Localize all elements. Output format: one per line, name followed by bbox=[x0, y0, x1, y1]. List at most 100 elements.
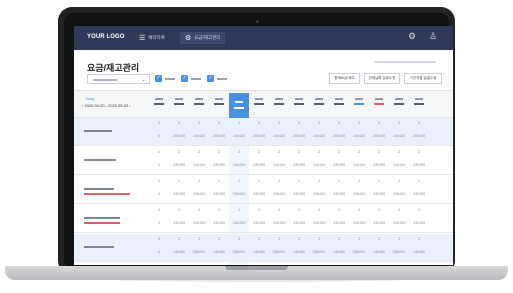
rate-cell[interactable]: 240,000 bbox=[209, 250, 229, 254]
calendar-day-3[interactable] bbox=[189, 98, 209, 114]
calendar-day-5[interactable] bbox=[229, 93, 249, 120]
user-icon[interactable]: ♙ bbox=[429, 32, 437, 41]
rate-cell[interactable]: 240,000 bbox=[369, 134, 389, 138]
inventory-cell[interactable]: 2 bbox=[409, 121, 429, 125]
inventory-cell[interactable]: 2 bbox=[249, 208, 269, 212]
rate-cell[interactable]: 240,000 bbox=[249, 250, 269, 254]
rate-cell[interactable]: 240,000 bbox=[329, 163, 349, 167]
rate-cell[interactable]: 240,000 bbox=[349, 221, 369, 225]
rate-cell[interactable]: 240,000 bbox=[229, 192, 249, 196]
inventory-cell[interactable]: 2 bbox=[409, 150, 429, 154]
rate-cell[interactable]: 240,000 bbox=[309, 192, 329, 196]
calendar-day-6[interactable] bbox=[249, 98, 269, 114]
calendar-day-2[interactable] bbox=[169, 98, 189, 114]
inventory-cell[interactable]: 2 bbox=[209, 208, 229, 212]
rate-cell[interactable]: 240,000 bbox=[309, 134, 329, 138]
inventory-cell[interactable]: 1 bbox=[229, 121, 249, 125]
inventory-cell[interactable]: 2 bbox=[169, 208, 189, 212]
inventory-cell[interactable]: 2 bbox=[409, 237, 429, 241]
calendar-day-7[interactable] bbox=[269, 98, 289, 114]
rate-cell[interactable]: 240,000 bbox=[189, 221, 209, 225]
nav-item-rates-inventory[interactable]: ⚙ 요금/재고관리 bbox=[180, 32, 226, 44]
inventory-cell[interactable]: 2 bbox=[289, 208, 309, 212]
rate-cell[interactable]: 240,000 bbox=[349, 250, 369, 254]
rate-cell[interactable]: 240,000 bbox=[289, 221, 309, 225]
inventory-cell[interactable]: 2 bbox=[389, 121, 409, 125]
rate-cell[interactable]: 240,000 bbox=[169, 163, 189, 167]
inventory-cell[interactable]: 2 bbox=[189, 208, 209, 212]
rate-cell[interactable]: 240,000 bbox=[369, 163, 389, 167]
inventory-cell[interactable]: 2 bbox=[229, 237, 249, 241]
inventory-cell[interactable]: 2 bbox=[209, 121, 229, 125]
nav-item-reservations[interactable]: ☰ 예약목록 bbox=[139, 32, 165, 44]
date-range-selector[interactable]: ‹ 2020.04.20 - 2020.05.03 › bbox=[82, 103, 130, 108]
filter-checkbox-2[interactable]: ✓ bbox=[181, 75, 188, 82]
rate-cell[interactable]: 240,000 bbox=[369, 250, 389, 254]
rate-cell[interactable]: 240,000 bbox=[329, 134, 349, 138]
inventory-cell[interactable]: 2 bbox=[389, 208, 409, 212]
inventory-cell[interactable]: 2 bbox=[409, 208, 429, 212]
inventory-cell[interactable]: 2 bbox=[389, 150, 409, 154]
inventory-cell[interactable]: 2 bbox=[349, 179, 369, 183]
inventory-cell[interactable]: 2 bbox=[209, 179, 229, 183]
inventory-cell[interactable]: 2 bbox=[189, 150, 209, 154]
filter-checkbox-3[interactable]: ✓ bbox=[207, 75, 214, 82]
rate-cell[interactable]: 240,000 bbox=[209, 221, 229, 225]
rate-cell[interactable]: 240,000 bbox=[269, 134, 289, 138]
rate-cell[interactable]: 240,000 bbox=[409, 163, 429, 167]
inventory-cell[interactable]: 2 bbox=[369, 179, 389, 183]
rate-cell[interactable]: 0 bbox=[149, 192, 169, 196]
rate-cell[interactable]: 240,000 bbox=[329, 250, 349, 254]
inventory-cell[interactable]: 2 bbox=[249, 121, 269, 125]
rate-cell[interactable]: 240,000 bbox=[409, 221, 429, 225]
inventory-cell[interactable]: 2 bbox=[269, 121, 289, 125]
rate-cell[interactable]: 240,000 bbox=[409, 134, 429, 138]
inventory-cell[interactable]: 2 bbox=[309, 208, 329, 212]
rate-cell[interactable]: 240,000 bbox=[309, 163, 329, 167]
rate-cell[interactable]: 240,000 bbox=[229, 221, 249, 225]
inventory-cell[interactable]: 2 bbox=[189, 121, 209, 125]
rate-cell[interactable]: 240,000 bbox=[229, 163, 249, 167]
bulk-edit-all-dates-button[interactable]: 전체날짜 일괄수정 bbox=[364, 73, 400, 84]
inventory-cell[interactable]: 2 bbox=[329, 121, 349, 125]
rate-cell[interactable]: 240,000 bbox=[309, 221, 329, 225]
calendar-day-10[interactable] bbox=[329, 98, 349, 114]
inventory-cell[interactable]: 2 bbox=[249, 179, 269, 183]
inventory-cell[interactable]: 0 bbox=[149, 121, 169, 125]
rate-cell[interactable]: 240,000 bbox=[389, 163, 409, 167]
inventory-cell[interactable]: 2 bbox=[329, 150, 349, 154]
rate-cell[interactable]: 240,000 bbox=[169, 250, 189, 254]
rate-cell[interactable]: 240,000 bbox=[249, 134, 269, 138]
rate-cell[interactable]: 240,000 bbox=[329, 192, 349, 196]
inventory-cell[interactable]: 2 bbox=[289, 121, 309, 125]
inventory-cell[interactable]: 2 bbox=[289, 179, 309, 183]
calendar-day-8[interactable] bbox=[289, 98, 309, 114]
calendar-day-12[interactable] bbox=[369, 98, 389, 114]
bulk-edit-period-button[interactable]: 기간지정 일괄수정 bbox=[404, 73, 442, 84]
rate-cell[interactable]: 0 bbox=[149, 250, 169, 254]
inventory-cell[interactable]: 2 bbox=[269, 179, 289, 183]
rate-cell[interactable]: 240,000 bbox=[249, 221, 269, 225]
inventory-cell[interactable]: 2 bbox=[289, 237, 309, 241]
inventory-cell[interactable]: 2 bbox=[169, 237, 189, 241]
calendar-day-4[interactable] bbox=[209, 98, 229, 114]
rate-cell[interactable]: 240,000 bbox=[169, 192, 189, 196]
rate-cell[interactable]: 240,000 bbox=[269, 163, 289, 167]
rate-cell[interactable]: 240,000 bbox=[249, 163, 269, 167]
inventory-cell[interactable]: 2 bbox=[349, 121, 369, 125]
rate-cell[interactable]: 240,000 bbox=[369, 221, 389, 225]
inventory-cell[interactable]: 2 bbox=[169, 179, 189, 183]
rate-cell[interactable]: 240,000 bbox=[289, 163, 309, 167]
inventory-cell[interactable]: 2 bbox=[329, 208, 349, 212]
rate-cell[interactable]: 240,000 bbox=[389, 221, 409, 225]
inventory-cell[interactable]: 2 bbox=[369, 237, 389, 241]
logo[interactable]: YOUR LOGO bbox=[87, 34, 125, 40]
calendar-day-11[interactable] bbox=[349, 98, 369, 114]
rate-cell[interactable]: 240,000 bbox=[209, 134, 229, 138]
inventory-cell[interactable]: 2 bbox=[369, 208, 389, 212]
rate-cell[interactable]: 240,000 bbox=[269, 221, 289, 225]
inventory-cell[interactable]: 2 bbox=[349, 208, 369, 212]
rate-cell[interactable]: 240,000 bbox=[389, 250, 409, 254]
rate-cell[interactable]: 240,000 bbox=[209, 163, 229, 167]
rate-cell[interactable]: 240,000 bbox=[189, 163, 209, 167]
